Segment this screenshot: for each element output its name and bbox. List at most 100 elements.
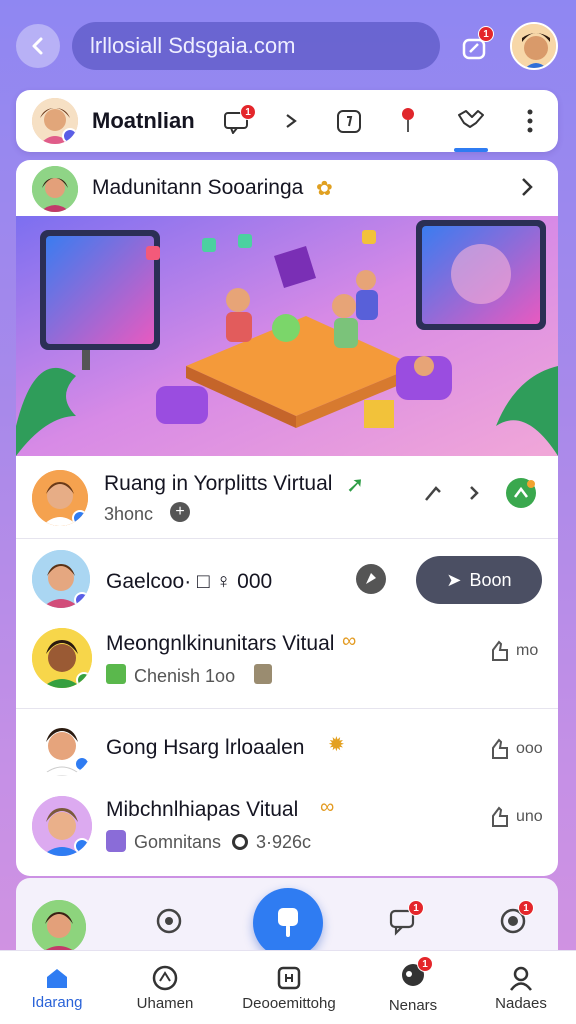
compass-icon[interactable]	[356, 564, 386, 594]
row-subtitle: 3honc	[104, 504, 154, 524]
chat-icon[interactable]	[506, 478, 536, 508]
infinity-icon: ∞	[320, 796, 335, 818]
person-avatar-icon	[32, 98, 78, 144]
home-icon	[47, 968, 67, 988]
channel-title: Moatnlian	[92, 108, 195, 133]
room-header[interactable]: Madunitann Sooaringa ✿	[16, 160, 558, 216]
room-title: Madunitann Sooaringa	[92, 176, 304, 199]
nav-label: Idarang	[31, 993, 83, 1011]
tab-location[interactable]	[396, 104, 420, 136]
divider	[16, 708, 558, 709]
list-item[interactable]: Mibchnlhiapas Vitual ∞ Gomnitans 3·926c …	[16, 786, 558, 866]
nav-badge: 1	[417, 956, 433, 972]
play-icon[interactable]	[468, 484, 480, 507]
sun-icon: ✹	[328, 734, 345, 756]
row-avatar	[32, 550, 90, 608]
bottom-navigation: Idarang Uhamen Deooemittohg 1 Nenars Nad…	[0, 950, 576, 1024]
nav-item-profile[interactable]: Nadaes	[466, 951, 576, 1024]
send-icon: ➤	[446, 569, 462, 590]
tab-badge: 1	[240, 104, 256, 120]
like-counter[interactable]: uno	[490, 806, 543, 828]
list-item[interactable]: Meongnlkinunitars Vitual ∞ Chenish 1oo m…	[16, 620, 558, 706]
main-feed-card: Madunitann Sooaringa ✿ Ruang in Yorplitt…	[16, 160, 558, 876]
nav-item-explore[interactable]: Uhamen	[110, 951, 220, 1024]
row-title: Ruang in Yorplitts Virtual	[104, 472, 333, 495]
like-count: mo	[516, 642, 539, 659]
pin-icon	[402, 108, 414, 132]
book-icon	[106, 664, 126, 684]
user-icon	[510, 966, 532, 991]
channel-tabs-card: Moatnlian 1	[16, 90, 558, 152]
boost-button-label: Boon	[469, 569, 512, 590]
nav-label: Nenars	[388, 997, 438, 1014]
chevron-left-icon	[32, 37, 43, 55]
calendar-icon	[337, 110, 361, 133]
row-avatar	[32, 716, 92, 776]
person-avatar-icon	[32, 550, 90, 608]
notification-badge: 1	[478, 26, 494, 42]
thumb-up-icon	[492, 640, 508, 661]
link-icon[interactable]	[422, 482, 444, 509]
gift-icon	[106, 830, 126, 852]
boost-button[interactable]: ➤ Boon	[416, 556, 542, 604]
notification-badge: 1	[408, 900, 424, 916]
person-avatar-icon	[512, 24, 556, 68]
tab-play[interactable]	[278, 108, 304, 134]
divider	[16, 538, 558, 539]
person-avatar-icon	[32, 166, 78, 212]
person-avatar-icon	[32, 796, 92, 856]
room-avatar	[32, 166, 78, 212]
hero-illustration[interactable]	[16, 216, 558, 456]
more-button[interactable]	[520, 106, 540, 136]
active-tab-indicator	[454, 148, 488, 152]
handshake-icon	[458, 110, 484, 128]
share-button[interactable]: 1	[456, 26, 494, 66]
row-avatar	[32, 796, 92, 856]
row-title: Gaelcoo· □ ♀ 000	[106, 570, 273, 593]
tab-groups[interactable]	[454, 104, 488, 136]
person-avatar-icon	[32, 716, 92, 776]
virtual-room-image	[16, 216, 558, 456]
person-avatar-icon	[32, 900, 86, 954]
globe-icon	[152, 965, 178, 990]
profile-avatar[interactable]	[510, 22, 558, 70]
create-button[interactable]	[253, 888, 323, 958]
row-subtitle: Chenish 1oo	[134, 666, 236, 686]
nav-label: Uhamen	[136, 994, 194, 1012]
row-avatar	[32, 628, 92, 688]
square-icon	[277, 966, 301, 989]
jar-icon	[254, 664, 272, 684]
person-avatar-icon	[32, 628, 92, 688]
row-subtitle: Gomnitans	[134, 832, 222, 852]
tab-calendar[interactable]	[334, 106, 364, 136]
like-count: uno	[516, 808, 543, 825]
chevron-right-icon	[520, 176, 534, 203]
nav-item-discover[interactable]: Deooemittohg	[234, 951, 344, 1024]
nav-item-notifications[interactable]: 1 Nenars	[358, 951, 468, 1024]
arrow-icon: ➚	[346, 472, 365, 497]
tab-inbox[interactable]: 1	[220, 104, 256, 136]
shortcut-avatar[interactable]	[32, 900, 86, 954]
list-item[interactable]: Ruang in Yorplitts Virtual ➚ 3honc +	[16, 456, 558, 538]
notification-badge: 1	[518, 900, 534, 916]
play-icon	[286, 114, 297, 128]
like-count: ooo	[516, 740, 543, 757]
back-button[interactable]	[16, 24, 60, 68]
infinity-icon: ∞	[342, 630, 357, 652]
thumb-up-icon	[492, 738, 508, 759]
shortcut-video[interactable]	[152, 904, 186, 938]
nav-label: Nadaes	[495, 994, 547, 1012]
more-vertical-icon	[527, 109, 533, 133]
like-counter[interactable]: mo	[490, 640, 538, 662]
like-counter[interactable]: ooo	[490, 738, 543, 760]
channel-avatar[interactable]	[32, 98, 78, 144]
thumb-up-icon	[492, 806, 508, 827]
plus-icon[interactable]: +	[170, 502, 190, 522]
shortcut-record[interactable]: 1	[496, 900, 534, 938]
shortcut-messages[interactable]: 1	[386, 900, 424, 938]
list-item[interactable]: Gong Hsarg lrloaalen ✹ ooo	[16, 712, 558, 782]
nav-item-home[interactable]: Idarang	[2, 951, 112, 1024]
url-text: lrllosiall Sdsgaia.com	[90, 33, 296, 58]
url-bar[interactable]: lrllosiall Sdsgaia.com	[72, 22, 440, 70]
row-title: Gong Hsarg lrloaalen	[106, 736, 305, 759]
